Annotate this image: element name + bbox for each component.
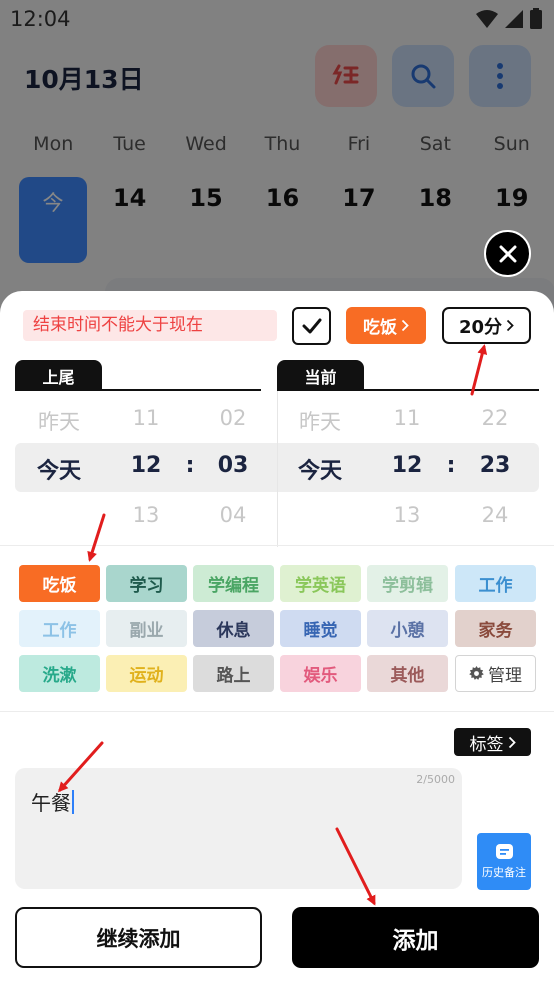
end-hour-option[interactable]: 11 bbox=[367, 406, 447, 430]
start-hour-option[interactable]: 11 bbox=[106, 406, 186, 430]
tag-chip[interactable]: 娱乐 bbox=[280, 655, 361, 692]
start-minute-selected[interactable]: 03 bbox=[193, 453, 273, 478]
category-label: 吃饭 bbox=[363, 318, 397, 338]
start-minute-option[interactable]: 02 bbox=[193, 406, 273, 430]
note-text: 午餐 bbox=[31, 791, 71, 815]
tag-chip[interactable]: 洗漱 bbox=[19, 655, 100, 692]
chevron-right-icon bbox=[506, 319, 514, 332]
close-icon bbox=[499, 245, 516, 262]
duration-label: 20分 bbox=[458, 316, 503, 338]
tag-chip[interactable]: 小憩 bbox=[367, 610, 448, 647]
tag-chip[interactable]: 吃饭 bbox=[19, 565, 100, 602]
manage-tags-button[interactable]: 管理 bbox=[455, 655, 536, 692]
tag-chip[interactable]: 路上 bbox=[193, 655, 274, 692]
note-icon bbox=[495, 843, 513, 859]
end-day-selected[interactable]: 今天 bbox=[280, 453, 360, 485]
add-record-sheet: 结束时间不能大于现在 吃饭 20分 上尾 当前 昨天 今天 11 12 13 :… bbox=[0, 291, 554, 984]
continue-add-button[interactable]: 继续添加 bbox=[15, 907, 262, 968]
manage-tags-label: 管理 bbox=[488, 666, 522, 686]
tag-chip[interactable]: 工作 bbox=[19, 610, 100, 647]
tag-chip[interactable]: 学剪辑 bbox=[367, 565, 448, 602]
end-hour-option[interactable]: 13 bbox=[367, 503, 447, 527]
end-minute-option[interactable]: 24 bbox=[455, 503, 535, 527]
history-notes-label: 历史备注 bbox=[482, 865, 526, 879]
start-hour-option[interactable]: 13 bbox=[106, 503, 186, 527]
start-day-option[interactable]: 昨天 bbox=[19, 406, 99, 436]
end-time-tab[interactable]: 当前 bbox=[277, 360, 364, 391]
category-selector[interactable]: 吃饭 bbox=[346, 307, 426, 344]
end-hour-selected[interactable]: 12 bbox=[367, 453, 447, 478]
end-minute-option[interactable]: 22 bbox=[455, 406, 535, 430]
chevron-right-icon bbox=[401, 319, 409, 332]
end-minute-selected[interactable]: 23 bbox=[455, 453, 535, 478]
tag-chip[interactable]: 学习 bbox=[106, 565, 187, 602]
tag-chip[interactable]: 学英语 bbox=[280, 565, 361, 602]
chevron-right-icon bbox=[508, 736, 516, 748]
start-minute-option[interactable]: 04 bbox=[193, 503, 273, 527]
gear-icon bbox=[469, 666, 484, 680]
start-day-selected[interactable]: 今天 bbox=[19, 453, 99, 485]
add-button[interactable]: 添加 bbox=[292, 907, 539, 968]
note-input[interactable]: 2/5000 午餐 bbox=[15, 768, 462, 889]
label-button[interactable]: 标签 bbox=[454, 728, 531, 756]
tag-chip[interactable]: 学编程 bbox=[193, 565, 274, 602]
tag-chip[interactable]: 副业 bbox=[106, 610, 187, 647]
warning-message: 结束时间不能大于现在 bbox=[23, 310, 277, 341]
confirm-check-button[interactable] bbox=[292, 307, 331, 345]
tag-chip[interactable]: 家务 bbox=[455, 610, 536, 647]
history-notes-button[interactable]: 历史备注 bbox=[477, 833, 531, 890]
tag-chip[interactable]: 休息 bbox=[193, 610, 274, 647]
duration-selector[interactable]: 20分 bbox=[442, 307, 531, 344]
tag-chip[interactable]: 睡觉 bbox=[280, 610, 361, 647]
tag-chip[interactable]: 运动 bbox=[106, 655, 187, 692]
tag-chip[interactable]: 其他 bbox=[367, 655, 448, 692]
check-icon bbox=[302, 318, 321, 334]
text-caret bbox=[72, 789, 74, 814]
label-button-text: 标签 bbox=[469, 734, 504, 755]
start-time-tab[interactable]: 上尾 bbox=[15, 360, 102, 391]
start-hour-selected[interactable]: 12 bbox=[106, 453, 186, 478]
close-button[interactable] bbox=[484, 230, 531, 277]
end-day-option[interactable]: 昨天 bbox=[280, 406, 360, 436]
tag-chip[interactable]: 工作 bbox=[455, 565, 536, 602]
note-char-count: 2/5000 bbox=[416, 773, 455, 786]
